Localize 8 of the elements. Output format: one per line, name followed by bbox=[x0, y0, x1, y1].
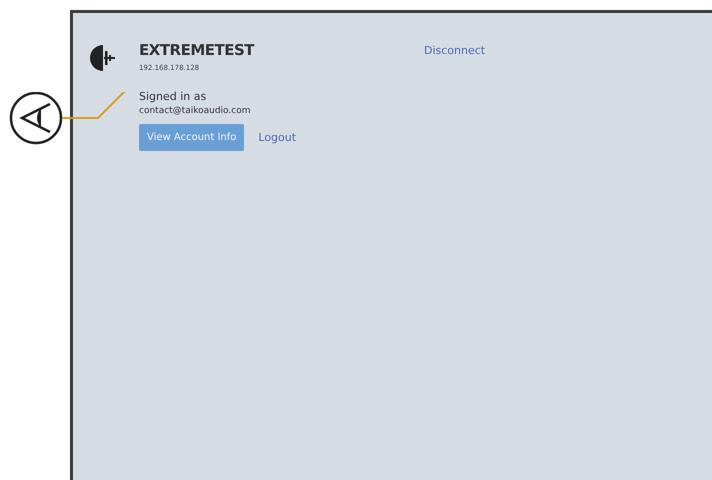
device-name: EXTREMETEST bbox=[139, 40, 256, 60]
callout-eye-icon bbox=[10, 92, 62, 144]
view-account-button[interactable]: View Account Info bbox=[139, 124, 244, 151]
signed-in-label: Signed in as bbox=[139, 90, 208, 103]
logout-link[interactable]: Logout bbox=[258, 131, 296, 144]
disconnect-link[interactable]: Disconnect bbox=[424, 44, 486, 57]
account-email: contact@taikoaudio.com bbox=[139, 106, 252, 116]
speaker-icon bbox=[88, 43, 118, 73]
